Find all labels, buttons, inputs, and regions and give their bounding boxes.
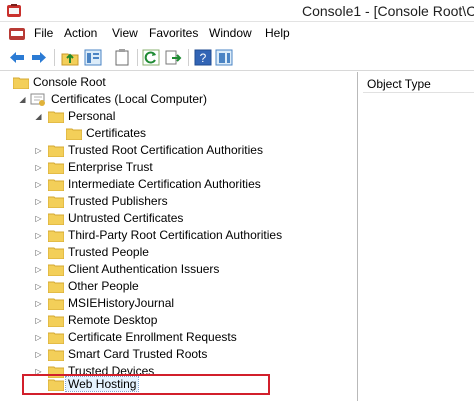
expand-arrow-icon[interactable]: ▷: [34, 295, 43, 312]
tree-row-store[interactable]: ▷ Intermediate Certification Authorities: [0, 176, 356, 193]
tree-row-store[interactable]: ▷ Certificate Enrollment Requests: [0, 329, 356, 346]
folder-icon: [48, 264, 64, 276]
expand-arrow-icon[interactable]: ▷: [34, 193, 43, 210]
collapse-arrow-icon[interactable]: ◢: [34, 108, 43, 125]
folder-icon: [48, 247, 64, 259]
tree-row-store[interactable]: ▷ Third-Party Root Certification Authori…: [0, 227, 356, 244]
menu-favorites[interactable]: Favorites: [149, 26, 198, 40]
annotation-highlight-box: [22, 374, 270, 395]
tree-row-store[interactable]: ▷ MSIEHistoryJournal: [0, 295, 356, 312]
folder-icon: [48, 281, 64, 293]
tree-label: Certificate Enrollment Requests: [68, 330, 237, 344]
tree-label: Intermediate Certification Authorities: [68, 177, 261, 191]
toolbar-separator: [188, 49, 189, 66]
toolbar-separator: [137, 49, 138, 66]
folder-icon: [48, 315, 64, 327]
tree-label: Trusted People: [68, 245, 149, 259]
tree-label: Enterprise Trust: [68, 160, 153, 174]
back-icon[interactable]: [8, 49, 26, 66]
folder-icon: [48, 298, 64, 310]
tree-label: MSIEHistoryJournal: [68, 296, 175, 310]
tree-row-store[interactable]: ▷ Enterprise Trust: [0, 159, 356, 176]
tree-label: Trusted Publishers: [68, 194, 168, 208]
console-menu-icon[interactable]: [9, 27, 25, 41]
tree-label: Untrusted Certificates: [68, 211, 184, 225]
export-list-icon[interactable]: [164, 49, 182, 66]
window-title: Console1 - [Console Root\C: [302, 3, 474, 19]
folder-icon: [48, 332, 64, 344]
tree-label: Certificates: [86, 126, 147, 140]
refresh-icon[interactable]: [142, 49, 160, 66]
tree-row-store[interactable]: ▷ Trusted Root Certification Authorities: [0, 142, 356, 159]
tree-label: Third-Party Root Certification Authoriti…: [68, 228, 283, 242]
tree-label: Certificates (Local Computer): [51, 92, 208, 106]
folder-icon: [48, 162, 64, 174]
menu-view[interactable]: View: [112, 26, 138, 40]
menu-action[interactable]: Action: [64, 26, 97, 40]
forward-icon[interactable]: [30, 49, 48, 66]
tree-label: Client Authentication Issuers: [68, 262, 220, 276]
expand-arrow-icon[interactable]: ▷: [34, 176, 43, 193]
folder-icon: [48, 196, 64, 208]
tree-row-store[interactable]: ▷ Other People: [0, 278, 356, 295]
tree-row-store[interactable]: ▷ Trusted People: [0, 244, 356, 261]
show-hide-tree-icon[interactable]: [84, 49, 102, 66]
collapse-arrow-icon[interactable]: ◢: [18, 91, 27, 108]
folder-icon: [13, 77, 29, 89]
svg-text:?: ?: [200, 51, 207, 65]
expand-arrow-icon[interactable]: ▷: [34, 346, 43, 363]
tree-row-certificates-local-computer[interactable]: ◢ Certificates (Local Computer): [0, 91, 356, 108]
folder-icon: [48, 230, 64, 242]
tree-row-store[interactable]: ▷ Remote Desktop: [0, 312, 356, 329]
tree-label: Console Root: [33, 75, 106, 89]
expand-arrow-icon[interactable]: ▷: [34, 278, 43, 295]
folder-icon: [48, 145, 64, 157]
expand-arrow-icon[interactable]: ▷: [34, 312, 43, 329]
certificates-snapin-icon: [30, 93, 45, 106]
tree-label: Other People: [68, 279, 139, 293]
tree-row-store[interactable]: ▷ Client Authentication Issuers: [0, 261, 356, 278]
show-hide-action-pane-icon[interactable]: [215, 49, 233, 66]
tree-label: Smart Card Trusted Roots: [68, 347, 208, 361]
folder-icon: [48, 111, 64, 123]
folder-icon: [48, 179, 64, 191]
tree-label: Trusted Root Certification Authorities: [68, 143, 263, 157]
properties-icon[interactable]: [113, 49, 131, 66]
expand-arrow-icon[interactable]: ▷: [34, 210, 43, 227]
folder-icon: [48, 349, 64, 361]
tree-row-store[interactable]: ▷ Trusted Publishers: [0, 193, 356, 210]
mmc-app-icon[interactable]: [6, 3, 22, 18]
expand-arrow-icon[interactable]: ▷: [34, 261, 43, 278]
folder-icon: [48, 213, 64, 225]
tree-row-personal[interactable]: ◢ Personal: [0, 108, 356, 125]
expand-arrow-icon[interactable]: ▷: [34, 159, 43, 176]
details-pane[interactable]: [359, 72, 474, 401]
expand-arrow-icon[interactable]: ▷: [34, 329, 43, 346]
menu-help[interactable]: Help: [265, 26, 290, 40]
tree-row-store[interactable]: ▷ Smart Card Trusted Roots: [0, 346, 356, 363]
tree-label: Personal: [68, 109, 116, 123]
expand-arrow-icon[interactable]: ▷: [34, 142, 43, 159]
tree-row-store[interactable]: ▷ Untrusted Certificates: [0, 210, 356, 227]
title-bar: Console1 - [Console Root\C: [0, 0, 474, 22]
expand-arrow-icon[interactable]: ▷: [34, 244, 43, 261]
toolbar-separator: [54, 49, 55, 66]
object-type-column-label: Object Type: [367, 77, 431, 91]
object-type-column-header[interactable]: Object Type: [363, 75, 474, 93]
help-icon[interactable]: ?: [194, 49, 212, 66]
expand-arrow-icon[interactable]: ▷: [34, 227, 43, 244]
tree-row-personal-certificates[interactable]: Certificates: [0, 125, 356, 142]
up-folder-icon[interactable]: [61, 49, 79, 66]
folder-icon: [66, 128, 82, 140]
menu-file[interactable]: File: [34, 26, 53, 40]
tree-row-console-root[interactable]: Console Root: [0, 74, 356, 91]
tree-label: Remote Desktop: [68, 313, 158, 327]
menu-window[interactable]: Window: [209, 26, 252, 40]
